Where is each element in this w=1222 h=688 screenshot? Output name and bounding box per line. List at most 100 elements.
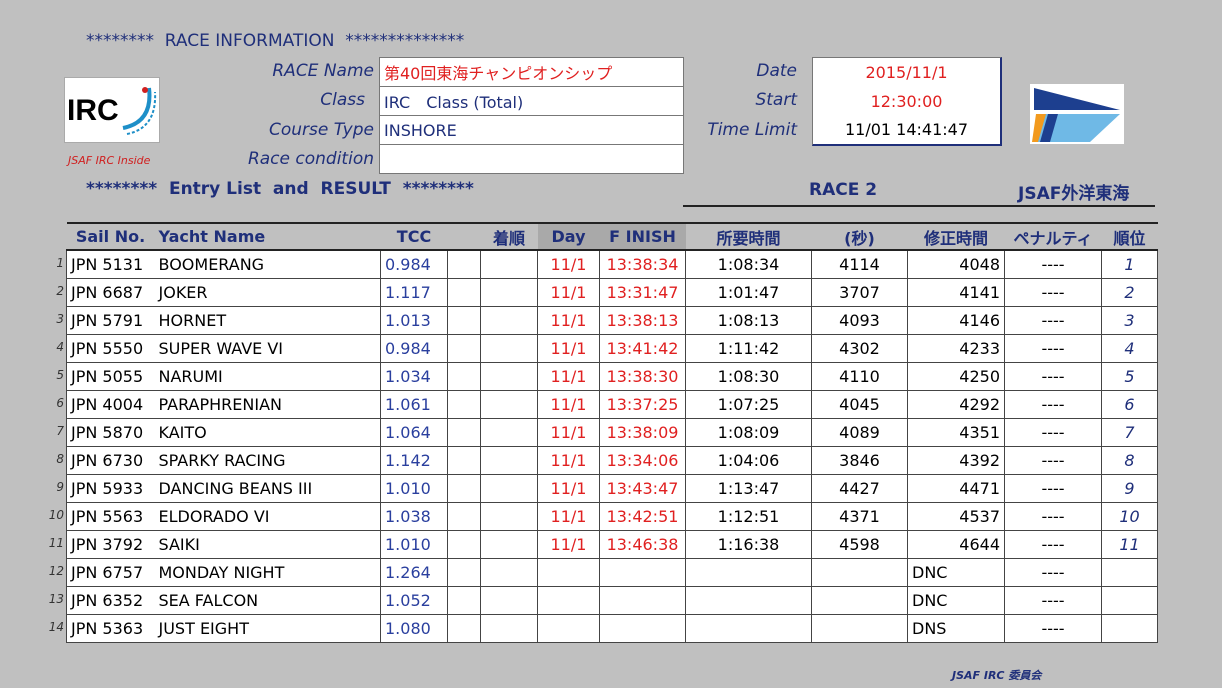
rank-cell: 9	[1101, 473, 1158, 503]
header-penalty: ペナルティ	[1004, 222, 1102, 251]
tcc-cell: 1.142	[380, 445, 448, 475]
row-number: 7	[56, 424, 64, 438]
class-value: IRC Class (Total)	[379, 86, 684, 116]
finish-order-cell	[480, 445, 538, 475]
sail-no-cell: JPN 5363	[66, 613, 155, 643]
elapsed-time-cell	[685, 585, 812, 615]
elapsed-time-cell	[685, 613, 812, 643]
corrected-time-cell: 4644	[907, 529, 1005, 559]
yacht-name-cell: BOOMERANG	[154, 249, 381, 279]
blank-cell	[447, 557, 481, 587]
penalty-cell: ----	[1004, 473, 1102, 503]
yacht-name-cell: JOKER	[154, 277, 381, 307]
sail-no-cell: JPN 5550	[66, 333, 155, 363]
rank-cell: 6	[1101, 389, 1158, 419]
rank-cell: 1	[1101, 249, 1158, 279]
day-cell: 11/1	[537, 389, 600, 419]
tcc-cell: 1.061	[380, 389, 448, 419]
day-cell	[537, 585, 600, 615]
row-number: 3	[56, 312, 64, 326]
day-cell: 11/1	[537, 445, 600, 475]
yacht-name-cell: JUST EIGHT	[154, 613, 381, 643]
sail-no-cell: JPN 5131	[66, 249, 155, 279]
elapsed-time-cell: 1:07:25	[685, 389, 812, 419]
entry-list-title: ******** Entry List and RESULT ********	[86, 179, 474, 199]
label-class: Class	[320, 90, 365, 110]
seconds-cell: 4114	[811, 249, 908, 279]
tcc-cell: 1.013	[380, 305, 448, 335]
finish-time-cell: 13:46:38	[599, 529, 686, 559]
blank-cell	[447, 389, 481, 419]
blank-cell	[447, 613, 481, 643]
header-blank	[447, 222, 481, 251]
elapsed-time-cell: 1:08:34	[685, 249, 812, 279]
seconds-cell: 4371	[811, 501, 908, 531]
tcc-cell: 1.034	[380, 361, 448, 391]
corrected-time-cell: DNC	[907, 585, 1005, 615]
tcc-cell: 1.264	[380, 557, 448, 587]
finish-order-cell	[480, 361, 538, 391]
seconds-cell	[811, 585, 908, 615]
finish-order-cell	[480, 585, 538, 615]
date-value: 2015/11/1	[812, 57, 1002, 87]
penalty-cell: ----	[1004, 361, 1102, 391]
elapsed-time-cell: 1:16:38	[685, 529, 812, 559]
sail-no-cell: JPN 5933	[66, 473, 155, 503]
tcc-cell: 1.080	[380, 613, 448, 643]
finish-time-cell: 13:43:47	[599, 473, 686, 503]
blank-cell	[447, 361, 481, 391]
sail-no-cell: JPN 6352	[66, 585, 155, 615]
irc-logo: IRC	[64, 77, 160, 143]
finish-order-cell	[480, 333, 538, 363]
sail-no-cell: JPN 5563	[66, 501, 155, 531]
penalty-cell: ----	[1004, 277, 1102, 307]
elapsed-time-cell: 1:08:09	[685, 417, 812, 447]
day-cell: 11/1	[537, 473, 600, 503]
label-date: Date	[756, 61, 797, 81]
penalty-cell: ----	[1004, 333, 1102, 363]
tcc-cell: 0.984	[380, 333, 448, 363]
header-day: Day	[537, 222, 600, 251]
sail-no-cell: JPN 5055	[66, 361, 155, 391]
header-elapsed-time: 所要時間	[685, 222, 812, 251]
label-race-condition: Race condition	[247, 149, 374, 169]
seconds-cell	[811, 557, 908, 587]
yacht-name-cell: NARUMI	[154, 361, 381, 391]
row-number: 9	[56, 480, 64, 494]
finish-time-cell: 13:31:47	[599, 277, 686, 307]
sail-no-cell: JPN 6730	[66, 445, 155, 475]
course-type-value: INSHORE	[379, 115, 684, 145]
finish-order-cell	[480, 277, 538, 307]
penalty-cell: ----	[1004, 305, 1102, 335]
finish-order-cell	[480, 305, 538, 335]
finish-order-cell	[480, 501, 538, 531]
blank-cell	[447, 417, 481, 447]
organizer: JSAF外洋東海	[1018, 184, 1130, 204]
label-start: Start	[755, 90, 797, 110]
table-row: JPN 5363 JUST EIGHT 1.080 DNS ----	[66, 613, 1158, 643]
separator-line	[683, 205, 1155, 207]
sail-no-cell: JPN 5870	[66, 417, 155, 447]
blank-cell	[447, 249, 481, 279]
rank-cell: 10	[1101, 501, 1158, 531]
row-number: 8	[56, 452, 64, 466]
table-row: JPN 6757 MONDAY NIGHT 1.264 DNC ----	[66, 557, 1158, 587]
sail-no-cell: JPN 3792	[66, 529, 155, 559]
day-cell: 11/1	[537, 333, 600, 363]
day-cell: 11/1	[537, 501, 600, 531]
row-number: 11	[48, 536, 64, 550]
race-information-title: ******** RACE INFORMATION **************	[86, 31, 465, 51]
day-cell	[537, 613, 600, 643]
corrected-time-cell: 4292	[907, 389, 1005, 419]
elapsed-time-cell: 1:08:30	[685, 361, 812, 391]
finish-time-cell: 13:42:51	[599, 501, 686, 531]
seconds-cell: 4045	[811, 389, 908, 419]
header-seconds: (秒)	[811, 222, 908, 251]
header-tcc: TCC	[380, 222, 448, 251]
table-row: JPN 6730 SPARKY RACING 1.142 11/1 13:34:06 1:…	[66, 445, 1158, 475]
blank-cell	[447, 277, 481, 307]
table-row: JPN 5933 DANCING BEANS III 1.010 11/1 13:43:…	[66, 473, 1158, 503]
table-row: JPN 5870 KAITO 1.064 11/1 13:38:09 1:08:09 408…	[66, 417, 1158, 447]
penalty-cell: ----	[1004, 389, 1102, 419]
rank-cell: 11	[1101, 529, 1158, 559]
